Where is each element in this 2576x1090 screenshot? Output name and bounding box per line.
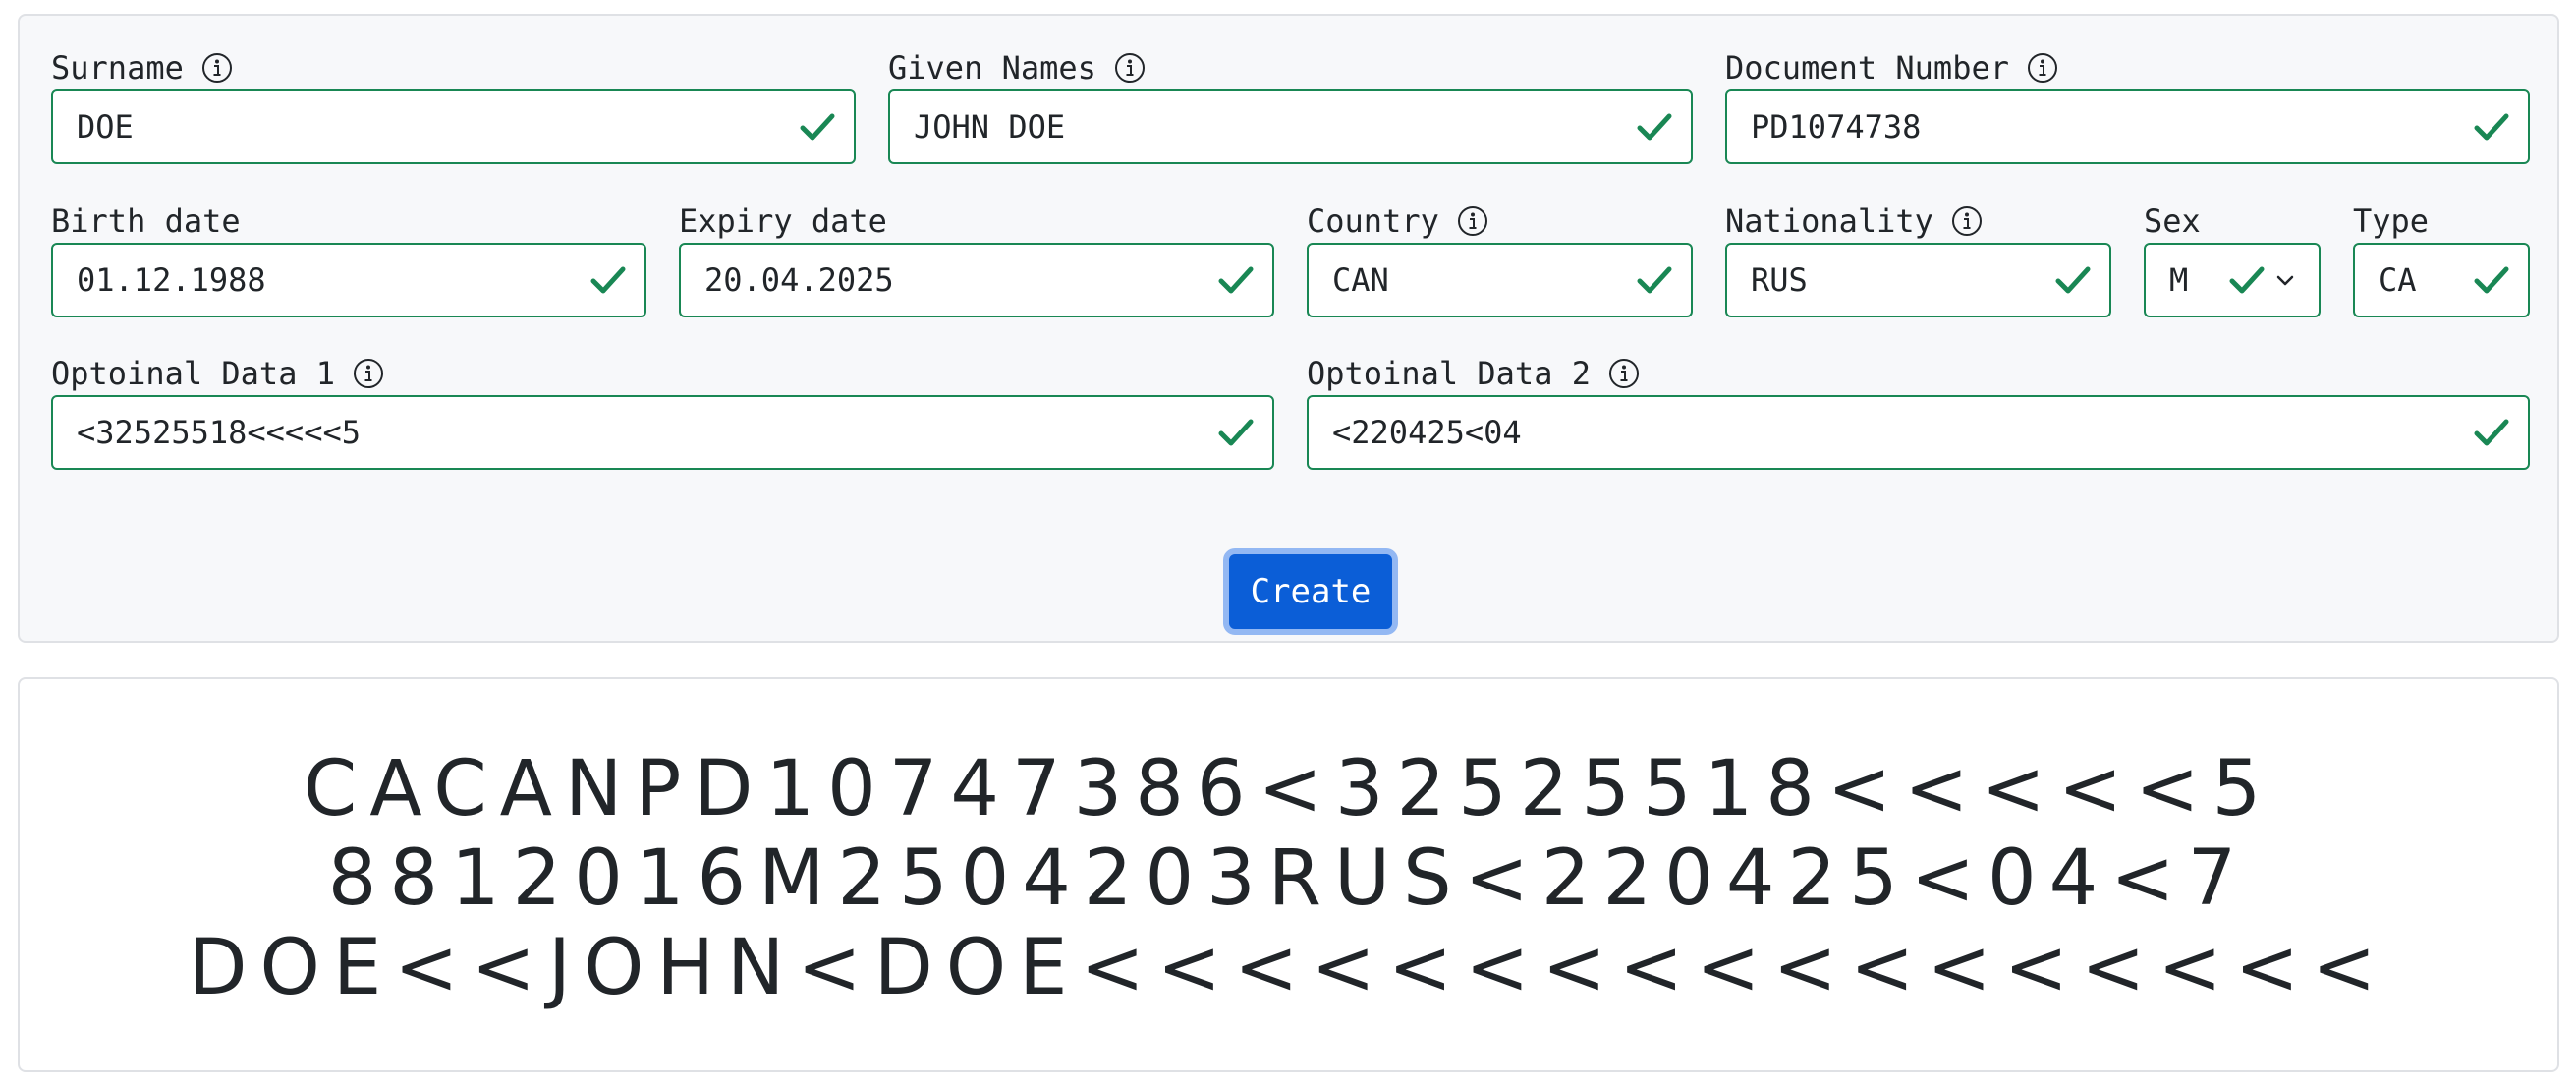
optional-data-1-label: Optoinal Data 1 [51,355,335,392]
birth-date-input[interactable]: 01.12.1988 [51,243,646,317]
optional-data-2-value: <220425<04 [1332,414,1522,451]
check-icon [2229,266,2265,294]
expiry-date-value: 20.04.2025 [704,261,894,299]
nationality-input[interactable]: RUS [1725,243,2111,317]
check-icon [2474,266,2509,294]
check-icon [1218,266,1254,294]
info-icon[interactable] [353,358,384,389]
expiry-date-label: Expiry date [679,202,887,240]
sex-value: M [2169,261,2189,299]
optional-data-1-input[interactable]: <32525518<<<<<5 [51,395,1274,470]
check-icon [2474,113,2509,141]
mrz-line-3: DOE<<JOHN<DOE<<<<<<<<<<<<<<<<< [188,924,2389,1012]
sex-select[interactable]: M [2144,243,2321,317]
mrz-line-1: CACANPD10747386<32525518<<<<<5 [303,745,2274,833]
country-value: CAN [1332,261,1389,299]
info-icon[interactable] [201,52,233,84]
sex-field: Sex M [2144,201,2321,319]
optional-data-2-field: Optoinal Data 2 <220425<04 [1307,354,2530,472]
given-names-value: JOHN DOE [914,108,1066,145]
document-number-field: Document Number PD1074738 [1725,48,2530,166]
given-names-field: Given Names JOHN DOE [888,48,1693,166]
nationality-field: Nationality RUS [1725,201,2111,319]
nationality-value: RUS [1751,261,1808,299]
sex-label: Sex [2144,202,2201,240]
info-icon[interactable] [1457,205,1488,237]
check-icon [1637,266,1672,294]
surname-field: Surname DOE [51,48,856,166]
chevron-down-icon[interactable] [2273,268,2297,292]
info-icon[interactable] [1608,358,1640,389]
optional-data-1-field: Optoinal Data 1 <32525518<<<<<5 [51,354,1274,472]
surname-label: Surname [51,49,184,86]
check-icon [1218,419,1254,446]
info-icon[interactable] [1951,205,1983,237]
birth-date-label: Birth date [51,202,241,240]
type-field: Type CA [2353,201,2530,319]
document-number-label: Document Number [1725,49,2009,86]
expiry-date-field: Expiry date 20.04.2025 [679,201,1274,319]
check-icon [1637,113,1672,141]
check-icon [2474,419,2509,446]
surname-input[interactable]: DOE [51,89,856,164]
expiry-date-input[interactable]: 20.04.2025 [679,243,1274,317]
given-names-label: Given Names [888,49,1096,86]
given-names-input[interactable]: JOHN DOE [888,89,1693,164]
document-number-input[interactable]: PD1074738 [1725,89,2530,164]
mrz-form: Surname DOE Given Names JOHN DOE Documen… [18,14,2559,643]
country-input[interactable]: CAN [1307,243,1693,317]
optional-data-2-input[interactable]: <220425<04 [1307,395,2530,470]
info-icon[interactable] [1114,52,1146,84]
surname-value: DOE [77,108,134,145]
birth-date-value: 01.12.1988 [77,261,266,299]
check-icon [590,266,626,294]
create-button[interactable]: Create [1223,548,1398,635]
type-value: CA [2379,261,2417,299]
optional-data-1-value: <32525518<<<<<5 [77,414,361,451]
check-icon [800,113,835,141]
info-icon[interactable] [2027,52,2058,84]
birth-date-field: Birth date 01.12.1988 [51,201,646,319]
country-field: Country CAN [1307,201,1693,319]
optional-data-2-label: Optoinal Data 2 [1307,355,1591,392]
mrz-line-2: 8812016M2504203RUS<220425<04<7 [327,834,2250,923]
check-icon [2055,266,2091,294]
type-input[interactable]: CA [2353,243,2530,317]
country-label: Country [1307,202,1439,240]
mrz-output: CACANPD10747386<32525518<<<<<5 8812016M2… [18,677,2559,1072]
nationality-label: Nationality [1725,202,1933,240]
document-number-value: PD1074738 [1751,108,1922,145]
type-label: Type [2353,202,2430,240]
